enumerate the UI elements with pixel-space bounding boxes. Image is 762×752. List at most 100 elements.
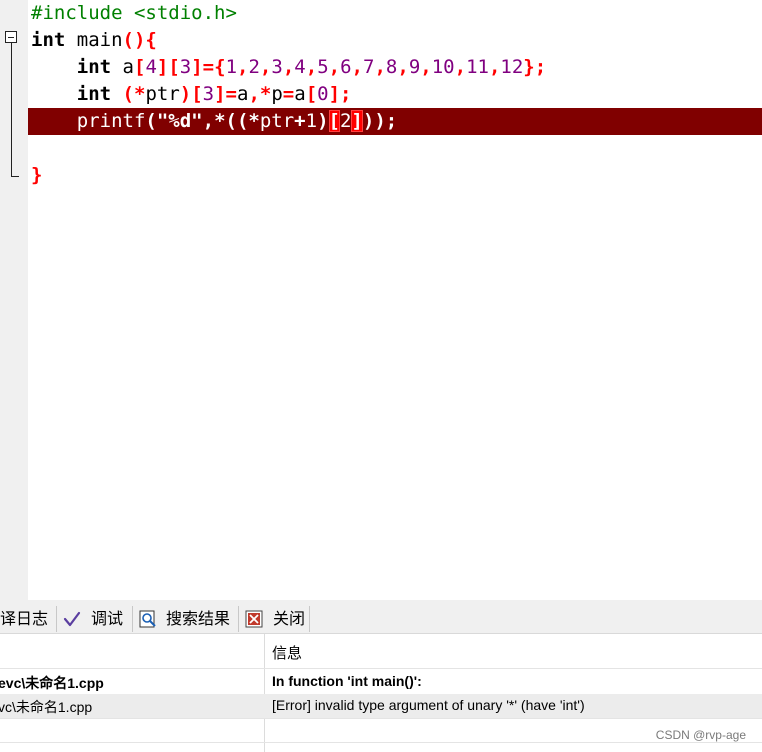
code-token: #include <stdio.h> xyxy=(31,2,237,24)
fold-toggle-icon[interactable] xyxy=(5,31,17,43)
code-token: , xyxy=(420,56,432,78)
code-line[interactable]: int main(){ xyxy=(31,27,157,54)
code-token: int xyxy=(76,56,112,78)
panel-tab-bar: 译日志 调试 搜索结果 关闭 xyxy=(0,600,762,634)
code-token: , xyxy=(488,56,501,78)
compiler-messages-table: 信息 evc\未命名1.cpp In function 'int main()'… xyxy=(0,634,762,752)
message-file: evc\未命名1.cpp xyxy=(0,675,104,691)
row-divider xyxy=(0,718,762,719)
editor-gutter xyxy=(0,0,28,600)
tab-close[interactable]: 关闭 xyxy=(273,608,305,632)
code-token: , xyxy=(259,56,272,78)
search-results-icon xyxy=(139,610,156,628)
check-icon xyxy=(63,611,81,627)
code-token: [ xyxy=(328,110,340,132)
code-token: 0 xyxy=(317,83,329,105)
code-line[interactable]: int (*ptr)[3]=a,*p=a[0]; xyxy=(31,81,352,108)
code-token: 3 xyxy=(202,83,215,105)
message-text: In function 'int main()': xyxy=(272,673,422,689)
code-token: = xyxy=(282,83,295,105)
message-row[interactable]: evc\未命名1.cpp In function 'int main()': xyxy=(0,670,762,694)
code-token: ,* xyxy=(248,83,272,105)
code-token: 1 xyxy=(305,110,318,132)
code-token: main xyxy=(65,29,123,51)
message-row-selected[interactable]: vc\未命名1.cpp [Error] invalid type argumen… xyxy=(0,694,762,718)
tab-divider xyxy=(132,606,133,632)
tab-divider xyxy=(309,606,310,632)
code-line[interactable]: } xyxy=(31,162,42,189)
code-token: 8 xyxy=(385,56,398,78)
code-token: 2 xyxy=(339,110,352,132)
code-token: , xyxy=(397,56,409,78)
code-token: 10 xyxy=(431,56,455,78)
tab-divider xyxy=(56,606,57,632)
code-token: ]={ xyxy=(191,56,226,78)
code-token: ptr xyxy=(145,83,180,105)
code-token: [ xyxy=(133,56,146,78)
code-token: [ xyxy=(305,83,318,105)
code-token: 3 xyxy=(271,56,283,78)
code-token: 4 xyxy=(294,56,306,78)
code-token: ,*((* xyxy=(202,110,260,132)
code-token: ]= xyxy=(214,83,237,105)
fold-guide-line xyxy=(11,43,12,176)
code-token: )[ xyxy=(179,83,203,105)
code-token: , xyxy=(374,56,386,78)
tab-debug[interactable]: 调试 xyxy=(91,608,123,632)
message-file: vc\未命名1.cpp xyxy=(0,699,93,715)
code-token: , xyxy=(282,56,295,78)
code-token: ptr xyxy=(259,110,295,132)
compiler-output-panel: 译日志 调试 搜索结果 关闭 信息 evc\未命名1.cpp In functi… xyxy=(0,600,762,752)
code-token: , xyxy=(305,56,318,78)
code-token: 6 xyxy=(340,56,352,78)
code-token: 9 xyxy=(408,56,421,78)
code-token: printf xyxy=(76,110,146,132)
code-token: int xyxy=(76,83,112,105)
code-token: , xyxy=(237,56,249,78)
code-token: , xyxy=(351,56,363,78)
code-token: )); xyxy=(362,110,398,132)
code-line[interactable]: #include <stdio.h> xyxy=(31,0,237,27)
tab-search-results[interactable]: 搜索结果 xyxy=(166,608,230,632)
code-token: a xyxy=(294,83,306,105)
code-token: } xyxy=(31,164,43,186)
code-token: ( xyxy=(145,110,157,132)
code-token: ) xyxy=(317,110,329,132)
code-token: a xyxy=(111,56,134,78)
watermark: CSDN @rvp-age xyxy=(655,728,746,742)
code-token: }; xyxy=(523,56,547,78)
code-token: ][ xyxy=(156,56,180,78)
code-token: 4 xyxy=(145,56,157,78)
code-token: ]; xyxy=(328,83,352,105)
row-divider xyxy=(0,668,762,669)
message-text: [Error] invalid type argument of unary '… xyxy=(272,697,585,713)
code-token: (){ xyxy=(122,29,157,51)
code-token: int xyxy=(31,29,66,51)
code-token: (* xyxy=(122,83,146,105)
code-token: 3 xyxy=(179,56,192,78)
code-token: 2 xyxy=(248,56,260,78)
code-token: 11 xyxy=(466,56,489,78)
code-token: p xyxy=(271,83,283,105)
fold-guide-end xyxy=(11,176,19,177)
code-token: 7 xyxy=(363,56,375,78)
code-token: , xyxy=(328,56,341,78)
code-token: , xyxy=(454,56,467,78)
code-token: ] xyxy=(351,110,363,132)
tab-divider xyxy=(238,606,239,632)
code-line[interactable]: int a[4][3]={1,2,3,4,5,6,7,8,9,10,11,12}… xyxy=(31,54,546,81)
close-panel-icon xyxy=(245,610,263,628)
code-token: "%d" xyxy=(156,110,203,132)
code-token: a xyxy=(237,83,249,105)
code-token: 5 xyxy=(317,56,329,78)
tab-compile-log[interactable]: 译日志 xyxy=(0,608,48,632)
code-line-error[interactable]: printf("%d",*((*ptr+1)[2])); xyxy=(31,108,397,135)
code-editor[interactable]: #include <stdio.h> int main(){ int a[4][3… xyxy=(0,0,762,600)
code-token: 12 xyxy=(500,56,524,78)
code-token: + xyxy=(294,110,306,132)
row-divider xyxy=(0,742,762,743)
